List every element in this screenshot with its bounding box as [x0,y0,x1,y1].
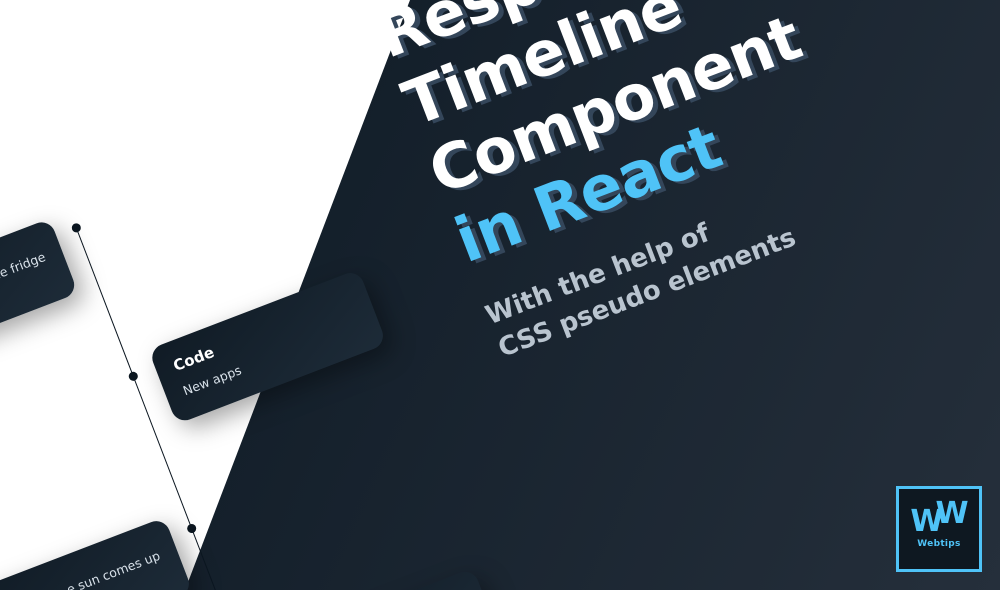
timeline-container: n the fridge Code New apps e sun comes u… [0,136,343,322]
heading-block: Responsive Timeline Component in React W… [368,0,1000,367]
timeline-dot [127,371,139,383]
logo-text: Webtips [917,539,960,549]
timeline-card-subtitle: n the fridge [0,249,47,331]
timeline-card-subtitle: e sun comes up [0,548,162,590]
logo-mark: WW [910,509,967,535]
timeline-card: e sun comes up [0,517,193,590]
timeline-card: n the fridge [0,218,78,373]
timeline-card: Code New apps [148,269,387,424]
timeline-dot [186,523,198,535]
webtips-logo: WW Webtips [896,486,982,572]
timeline-dot [70,222,82,234]
timeline-card: Repeat Until forever [263,568,502,590]
